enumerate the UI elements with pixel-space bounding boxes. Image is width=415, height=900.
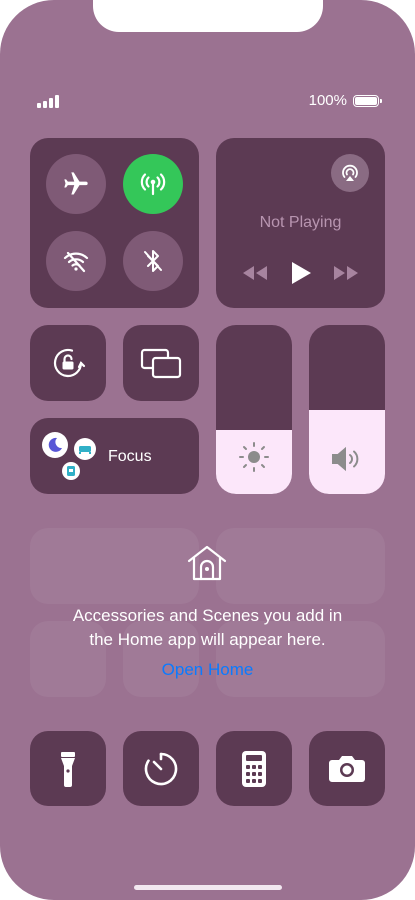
airplane-icon (64, 172, 88, 195)
battery-status: 100% (308, 92, 382, 109)
home-icon (187, 545, 227, 581)
camera-button[interactable] (309, 731, 385, 806)
timer-icon (144, 752, 178, 785)
screen-mirroring-button[interactable] (123, 325, 199, 401)
bluetooth-off-icon (144, 250, 162, 272)
flashlight-button[interactable] (30, 731, 106, 806)
rewind-icon[interactable] (240, 264, 270, 282)
calculator-button[interactable] (216, 731, 292, 806)
focus-button[interactable]: Focus (30, 418, 199, 494)
badge-icon (62, 462, 80, 480)
fast-forward-icon[interactable] (331, 264, 361, 282)
focus-label: Focus (108, 448, 152, 465)
now-playing-title: Not Playing (259, 214, 342, 231)
camera-icon (329, 755, 365, 782)
wifi-toggle[interactable] (46, 231, 106, 291)
calculator-icon (242, 750, 266, 787)
now-playing-panel[interactable]: Not Playing (216, 138, 385, 308)
home-message-line2: the Home app will appear here. (89, 630, 326, 649)
orientation-lock-button[interactable] (30, 325, 106, 401)
control-center: 100% Not Playing Focus Accessories and S… (0, 0, 415, 900)
open-home-link[interactable]: Open Home (0, 660, 415, 680)
home-indicator[interactable] (134, 885, 282, 890)
volume-slider[interactable] (309, 325, 385, 494)
screen-mirroring-icon (140, 348, 182, 379)
orientation-lock-icon (53, 348, 86, 378)
brightness-slider[interactable] (216, 325, 292, 494)
moon-icon (42, 432, 68, 458)
bluetooth-toggle[interactable] (123, 231, 183, 291)
antenna-icon (140, 173, 166, 196)
connectivity-panel (30, 138, 199, 308)
brightness-icon (239, 442, 269, 472)
speaker-icon (332, 446, 359, 472)
home-message-line1: Accessories and Scenes you add in (72, 606, 343, 625)
cellular-data-toggle[interactable] (123, 154, 183, 214)
battery-percentage: 100% (308, 92, 347, 109)
device-notch (93, 0, 323, 32)
airplay-button[interactable] (331, 154, 369, 192)
home-empty-message: Accessories and Scenes you add in the Ho… (0, 604, 415, 652)
media-controls (240, 260, 361, 286)
battery-icon (353, 94, 382, 107)
airplay-icon (342, 164, 358, 181)
home-placeholder-tile (216, 528, 385, 604)
bed-icon (74, 438, 96, 460)
play-icon[interactable] (289, 260, 313, 286)
wifi-off-icon (63, 251, 89, 273)
timer-button[interactable] (123, 731, 199, 806)
flashlight-icon (61, 751, 75, 787)
home-placeholder-tile (30, 528, 199, 604)
airplane-mode-toggle[interactable] (46, 154, 106, 214)
cellular-signal-icon (37, 95, 59, 108)
